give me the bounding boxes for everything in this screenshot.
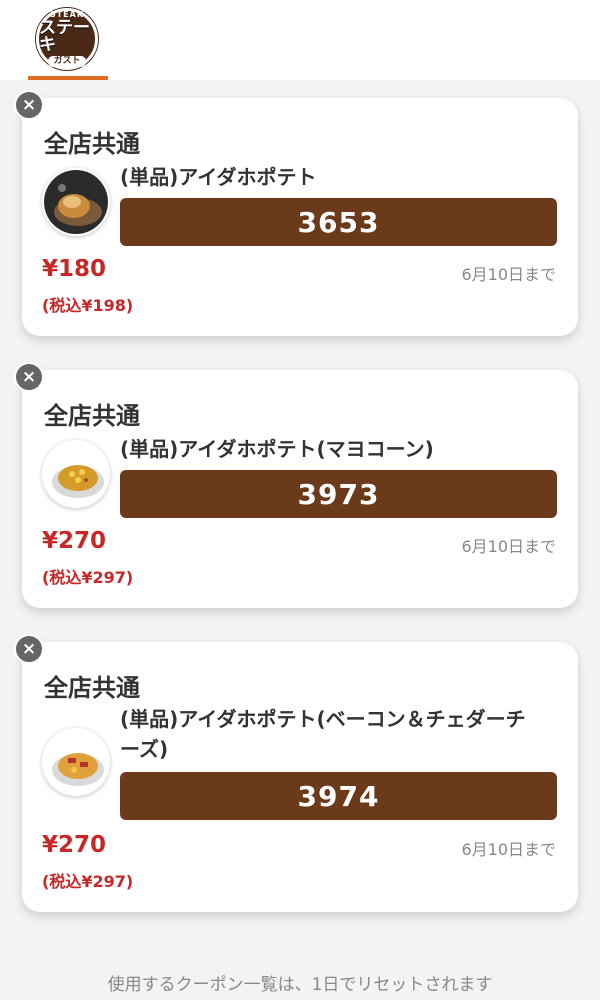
price-tax-in: (税込¥297) — [42, 568, 134, 587]
coupon-scope: 全店共通 — [44, 130, 140, 158]
coupon-card: 全店共通 (単品)アイダホポテト 3653 ¥180 (税込¥198) 6月10… — [22, 98, 578, 336]
tab-active-indicator — [28, 76, 108, 80]
coupon-card: 全店共通 (単品)アイダホポテト(ベーコン＆チェダーチーズ) 3974 ¥270… — [22, 642, 578, 912]
coupon-code: 3653 — [120, 198, 557, 246]
product-image — [42, 168, 110, 236]
product-name: (単品)アイダホポテト(マヨコーン) — [120, 437, 434, 461]
price: ¥180 — [42, 256, 107, 282]
product-name: (単品)アイダホポテト(ベーコン＆チェダーチーズ) — [120, 707, 526, 761]
logo-main-text: ステーキ — [39, 18, 90, 55]
header: STEAK ステーキ ガスト — [0, 0, 600, 80]
coupon-scope: 全店共通 — [44, 402, 140, 430]
expiry-date: 6月10日まで — [461, 265, 556, 284]
expiry-date: 6月10日まで — [461, 537, 556, 556]
coupon-scope: 全店共通 — [44, 674, 140, 702]
tab-steak-gusto[interactable]: STEAK ステーキ ガスト — [28, 0, 108, 80]
price-tax-in: (税込¥297) — [42, 872, 134, 891]
steak-gusto-logo: STEAK ステーキ ガスト — [36, 8, 98, 70]
product-image — [42, 440, 110, 508]
product-image — [42, 728, 110, 796]
close-icon[interactable]: × — [14, 362, 44, 392]
price: ¥270 — [42, 832, 107, 858]
close-icon[interactable]: × — [14, 634, 44, 664]
reset-notice: 使用するクーポン一覧は、1日でリセットされます — [107, 975, 493, 995]
logo-sub-text: ガスト — [48, 56, 86, 67]
price: ¥270 — [42, 528, 107, 554]
price-tax-in: (税込¥198) — [42, 296, 134, 315]
product-name: (単品)アイダホポテト — [120, 165, 317, 189]
coupon-card: 全店共通 (単品)アイダホポテト(マヨコーン) 3973 ¥270 (税込¥29… — [22, 370, 578, 608]
close-icon[interactable]: × — [14, 90, 44, 120]
coupon-code: 3974 — [120, 772, 557, 820]
coupon-code: 3973 — [120, 470, 557, 518]
expiry-date: 6月10日まで — [461, 840, 556, 859]
